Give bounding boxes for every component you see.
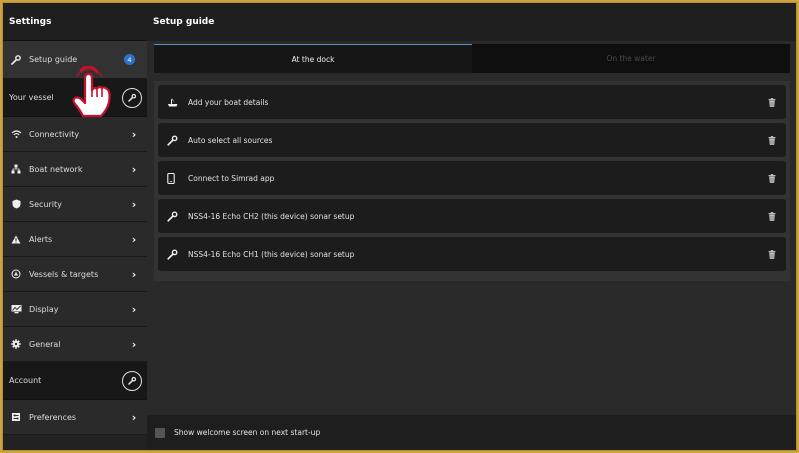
wrench-icon (128, 93, 137, 102)
sidebar-item-display[interactable]: Display › (3, 292, 147, 327)
sidebar-item-boat-network[interactable]: Boat network › (3, 152, 147, 187)
steps-list: Add your boat details Auto select all so… (154, 81, 790, 281)
tab-on-the-water[interactable]: On the water (472, 44, 790, 73)
sidebar-item-label: Connectivity (29, 129, 80, 139)
shield-icon (10, 198, 22, 210)
chevron-right-icon: › (131, 232, 137, 246)
target-icon (10, 268, 22, 280)
step-label: NSS4-16 Echo CH1 (this device) sonar set… (188, 249, 355, 259)
phone-icon (167, 172, 181, 184)
step-connect-simrad-app[interactable]: Connect to Simrad app (158, 161, 786, 195)
boat-icon (167, 98, 181, 107)
step-label: Auto select all sources (188, 135, 273, 145)
sidebar-item-label: Alerts (29, 234, 53, 244)
trash-icon[interactable] (766, 135, 778, 145)
trash-icon[interactable] (766, 173, 778, 183)
sidebar-item-label: Setup guide (29, 55, 78, 64)
wrench-icon (10, 54, 22, 66)
wrench-icon (167, 249, 181, 260)
sidebar-item-label: Security (29, 199, 62, 209)
alert-icon (10, 233, 22, 245)
setup-guide-panel: Setup guide At the dock On the water Add… (147, 3, 796, 450)
sidebar-item-label: General (29, 339, 61, 349)
chevron-right-icon: › (131, 197, 137, 211)
app-window: Settings Setup guide 4 Your vessel Conne… (2, 2, 797, 451)
tab-at-the-dock[interactable]: At the dock (154, 44, 472, 73)
chevron-right-icon: › (131, 267, 137, 281)
page-title: Setup guide (147, 3, 796, 41)
section-label: Account (9, 376, 42, 385)
step-add-boat-details[interactable]: Add your boat details (158, 85, 786, 119)
step-auto-select-sources[interactable]: Auto select all sources (158, 123, 786, 157)
setup-tabs: At the dock On the water (154, 44, 790, 73)
count-badge: 4 (124, 54, 135, 65)
sidebar-item-vessels-targets[interactable]: Vessels & targets › (3, 257, 147, 292)
network-icon (10, 163, 22, 175)
chevron-right-icon: › (131, 127, 137, 141)
wrench-icon (167, 211, 181, 222)
sidebar-item-connectivity[interactable]: Connectivity › (3, 117, 147, 152)
tap-hand-icon (72, 66, 111, 118)
welcome-checkbox[interactable] (155, 427, 165, 438)
vessel-wizard-button[interactable] (122, 87, 142, 108)
wifi-icon (10, 128, 22, 140)
step-label: Connect to Simrad app (188, 173, 275, 183)
step-sonar-setup-ch2[interactable]: NSS4-16 Echo CH2 (this device) sonar set… (158, 199, 786, 233)
trash-icon[interactable] (766, 97, 778, 107)
chevron-right-icon: › (131, 410, 137, 424)
trash-icon[interactable] (766, 249, 778, 259)
sidebar-item-general[interactable]: General › (3, 327, 147, 362)
step-label: Add your boat details (188, 97, 269, 107)
welcome-checkbox-label: Show welcome screen on next start-up (174, 428, 321, 437)
trash-icon[interactable] (766, 211, 778, 221)
preferences-icon (10, 411, 22, 423)
display-icon (10, 303, 22, 315)
sidebar-item-label: Preferences (29, 412, 77, 422)
chevron-right-icon: › (131, 162, 137, 176)
wrench-icon (128, 376, 137, 385)
gear-icon (10, 338, 22, 350)
sidebar-item-alerts[interactable]: Alerts › (3, 222, 147, 257)
account-wizard-button[interactable] (122, 370, 142, 391)
section-account: Account (3, 362, 147, 400)
chevron-right-icon: › (131, 337, 137, 351)
sidebar-item-security[interactable]: Security › (3, 187, 147, 222)
welcome-footer: Show welcome screen on next start-up (147, 415, 796, 450)
step-sonar-setup-ch1[interactable]: NSS4-16 Echo CH1 (this device) sonar set… (158, 237, 786, 271)
sidebar-title: Settings (3, 3, 147, 41)
step-label: NSS4-16 Echo CH2 (this device) sonar set… (188, 211, 355, 221)
sidebar-item-preferences[interactable]: Preferences › (3, 400, 147, 435)
sidebar-item-label: Display (29, 304, 59, 314)
sidebar-item-label: Vessels & targets (29, 269, 99, 279)
wrench-icon (167, 135, 181, 146)
chevron-right-icon: › (131, 302, 137, 316)
sidebar-item-label: Boat network (29, 164, 83, 174)
